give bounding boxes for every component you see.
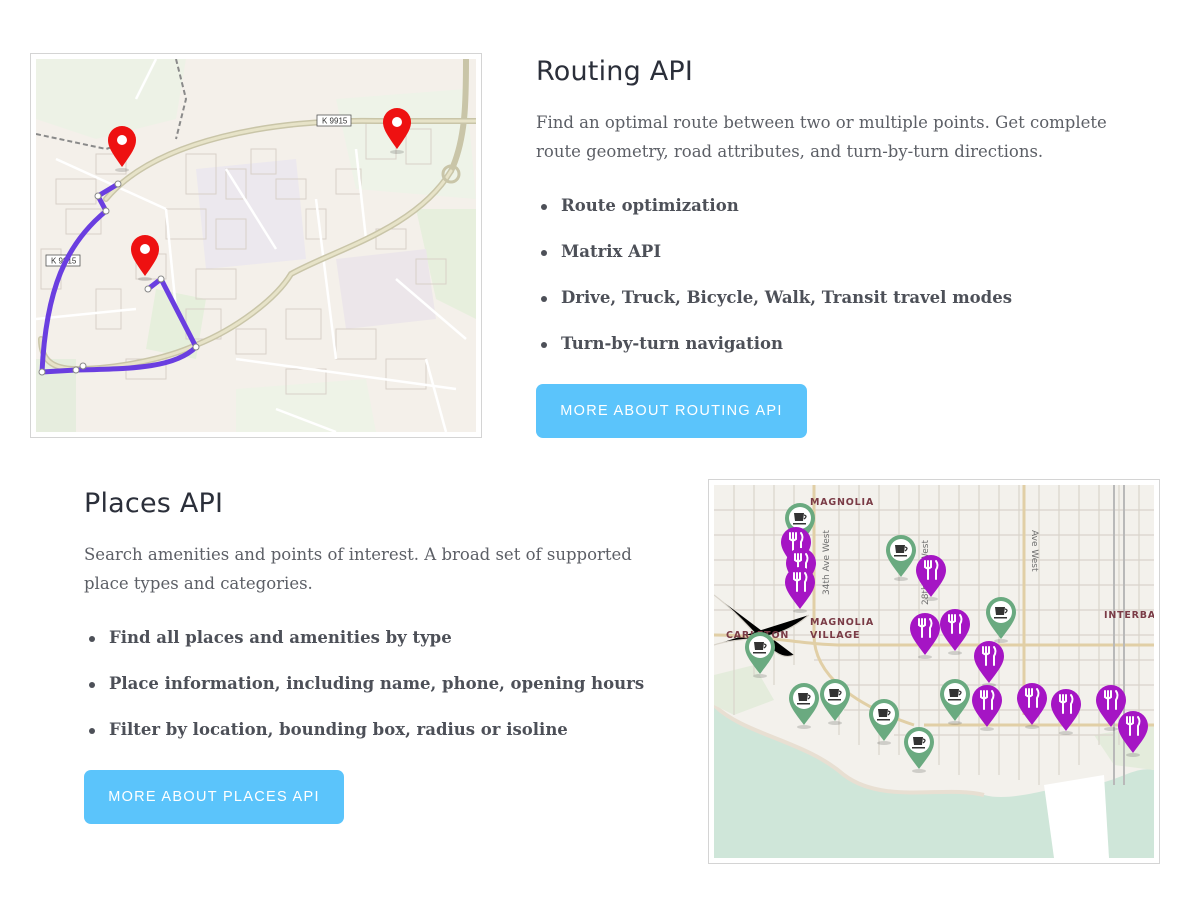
list-item: Matrix API (536, 241, 1096, 287)
places-map: MAGNOLIA MAGNOLIA VILLAGE CARLETON P INT… (708, 479, 1160, 864)
routing-map-canvas: K 9915 K 9915 (36, 59, 476, 432)
map-label: VILLAGE (810, 630, 860, 641)
list-item: Drive, Truck, Bicycle, Walk, Transit tra… (536, 287, 1096, 333)
map-label: MAGNOLIA (810, 497, 874, 508)
places-description: Search amenities and points of interest.… (84, 545, 632, 593)
street-label: 34th Ave West (822, 530, 832, 595)
road-label: K 9915 (322, 117, 348, 126)
list-item: Find all places and amenities by type (84, 627, 664, 673)
routing-map: K 9915 K 9915 (30, 53, 482, 438)
list-item: Place information, including name, phone… (84, 673, 664, 719)
places-title: Places API (84, 488, 224, 519)
list-item: Turn-by-turn navigation (536, 333, 1096, 379)
more-about-routing-api-button[interactable]: MORE ABOUT ROUTING API (536, 384, 807, 438)
map-label: MAGNOLIA (810, 617, 874, 628)
list-item: Filter by location, bounding box, radius… (84, 719, 664, 765)
more-about-places-api-button[interactable]: MORE ABOUT PLACES API (84, 770, 344, 824)
list-item: Route optimization (536, 195, 1096, 241)
places-feature-list: Find all places and amenities by type Pl… (84, 627, 664, 765)
street-label: Ave West (1029, 530, 1039, 572)
routing-feature-list: Route optimization Matrix API Drive, Tru… (536, 195, 1096, 379)
routing-description: Find an optimal route between two or mul… (536, 113, 1107, 161)
map-label: INTERBA (1104, 610, 1154, 621)
places-map-canvas: MAGNOLIA MAGNOLIA VILLAGE CARLETON P INT… (714, 485, 1154, 858)
routing-title: Routing API (536, 56, 694, 87)
